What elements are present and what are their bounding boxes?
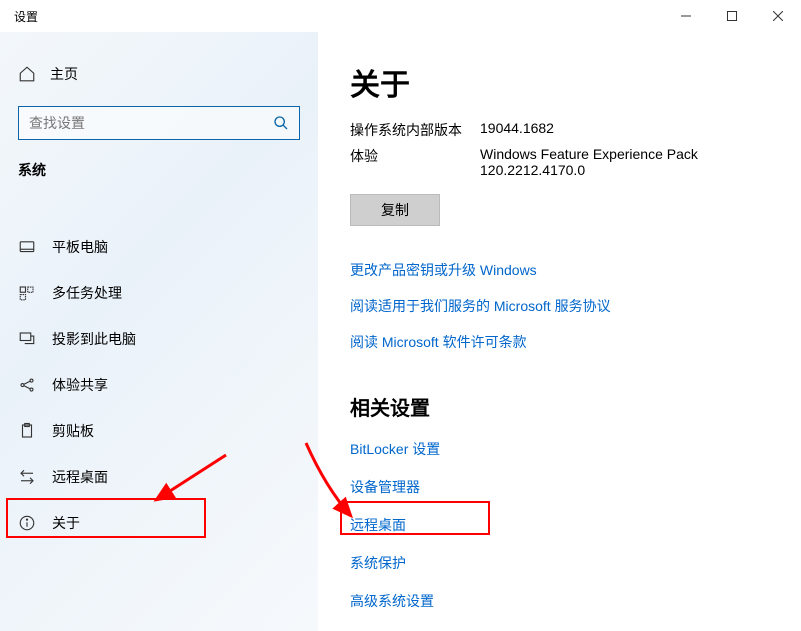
search-input[interactable]	[29, 115, 273, 131]
share-icon	[18, 376, 36, 394]
search-icon	[273, 115, 289, 131]
spec-label: 操作系统内部版本	[350, 120, 480, 140]
related-link-device-manager[interactable]: 设备管理器	[350, 479, 420, 495]
sidebar-item-clipboard[interactable]: 剪贴板	[0, 408, 318, 454]
window-title: 设置	[14, 8, 663, 25]
nav-label: 投影到此电脑	[52, 329, 136, 349]
sidebar: 主页 系统 平板电脑 多任务处理	[0, 32, 318, 631]
section-title: 系统	[0, 160, 318, 190]
nav-label: 平板电脑	[52, 237, 108, 257]
sidebar-item-multitask[interactable]: 多任务处理	[0, 270, 318, 316]
sidebar-item-tablet[interactable]: 平板电脑	[0, 224, 318, 270]
link-change-key[interactable]: 更改产品密钥或升级 Windows	[350, 262, 537, 278]
page-title: 关于	[350, 60, 777, 104]
related-link-bitlocker[interactable]: BitLocker 设置	[350, 441, 440, 457]
related-settings-title: 相关设置	[350, 392, 777, 421]
nav-label: 多任务处理	[52, 283, 122, 303]
nav-label: 体验共享	[52, 375, 108, 395]
link-license-terms[interactable]: 阅读 Microsoft 软件许可条款	[350, 334, 527, 350]
multitask-icon	[18, 284, 36, 302]
nav-label: 关于	[52, 513, 80, 533]
spec-row-os-build: 操作系统内部版本 19044.1682	[350, 120, 777, 140]
clipboard-icon	[18, 422, 36, 440]
window-controls	[663, 0, 801, 32]
minimize-button[interactable]	[663, 0, 709, 32]
info-icon	[18, 514, 36, 532]
related-link-system-protection[interactable]: 系统保护	[350, 555, 406, 571]
tablet-icon	[18, 238, 36, 256]
spec-value: Windows Feature Experience Pack 120.2212…	[480, 146, 740, 178]
nav-label: 剪贴板	[52, 421, 94, 441]
home-label: 主页	[50, 64, 78, 84]
spec-row-experience: 体验 Windows Feature Experience Pack 120.2…	[350, 146, 777, 178]
search-box[interactable]	[18, 106, 300, 140]
related-link-advanced-system[interactable]: 高级系统设置	[350, 593, 434, 609]
home-nav[interactable]: 主页	[0, 56, 318, 92]
home-icon	[18, 65, 36, 83]
sidebar-item-about[interactable]: 关于	[0, 500, 318, 546]
sidebar-item-share[interactable]: 体验共享	[0, 362, 318, 408]
sidebar-item-project[interactable]: 投影到此电脑	[0, 316, 318, 362]
related-link-remote-desktop[interactable]: 远程桌面	[350, 517, 406, 533]
close-button[interactable]	[755, 0, 801, 32]
spec-value: 19044.1682	[480, 120, 554, 140]
maximize-button[interactable]	[709, 0, 755, 32]
link-service-agreement[interactable]: 阅读适用于我们服务的 Microsoft 服务协议	[350, 298, 611, 314]
sidebar-item-remote[interactable]: 远程桌面	[0, 454, 318, 500]
nav-list: 平板电脑 多任务处理 投影到此电脑 体验共享	[0, 224, 318, 546]
remote-icon	[18, 468, 36, 486]
nav-label: 远程桌面	[52, 467, 108, 487]
spec-label: 体验	[350, 146, 480, 178]
titlebar: 设置	[0, 0, 801, 32]
content-pane: 关于 操作系统内部版本 19044.1682 体验 Windows Featur…	[318, 32, 801, 631]
copy-button[interactable]: 复制	[350, 194, 440, 226]
project-icon	[18, 330, 36, 348]
